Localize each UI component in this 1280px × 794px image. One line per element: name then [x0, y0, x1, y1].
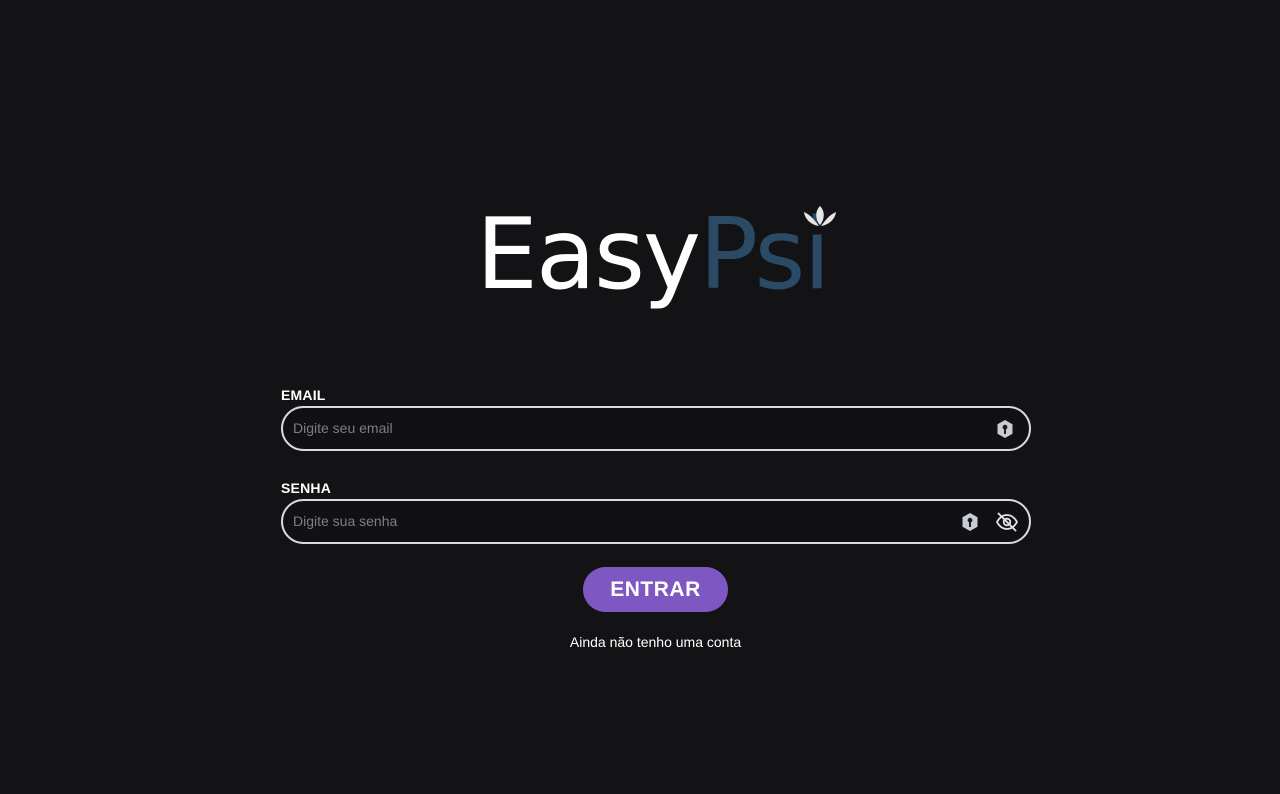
- password-manager-key-icon[interactable]: [960, 512, 980, 532]
- password-field-wrapper: [281, 499, 1031, 544]
- login-page: EasyPsi EMAIL SENHA: [0, 0, 1280, 794]
- password-field[interactable]: [293, 501, 933, 541]
- app-logo: EasyPsi: [476, 200, 846, 320]
- signup-link[interactable]: Ainda não tenho uma conta: [0, 634, 1280, 650]
- password-manager-key-icon[interactable]: [995, 419, 1015, 439]
- password-label: SENHA: [281, 480, 332, 496]
- login-form: EMAIL SENHA: [281, 386, 1031, 544]
- login-button[interactable]: ENTRAR: [583, 567, 728, 612]
- email-field-wrapper: [281, 406, 1031, 451]
- email-field[interactable]: [293, 408, 933, 448]
- logo-wordmark: EasyPsi: [476, 198, 831, 312]
- logo-text-easy: Easy: [476, 198, 701, 312]
- lotus-icon: [804, 206, 836, 226]
- eye-off-icon[interactable]: [995, 512, 1019, 532]
- email-label: EMAIL: [281, 387, 326, 403]
